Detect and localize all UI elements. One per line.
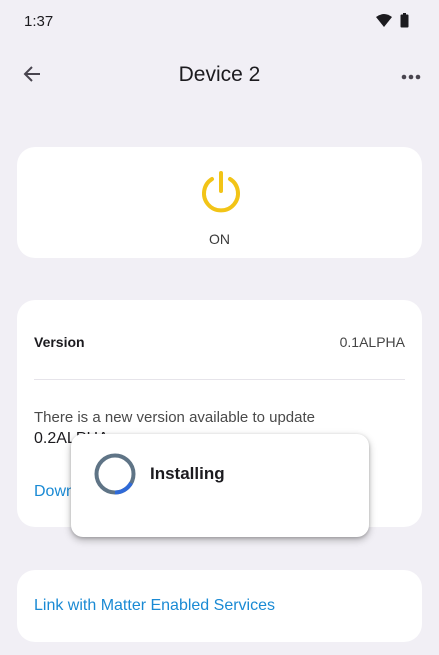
battery-icon — [400, 13, 409, 33]
dialog-text: Installing — [150, 464, 225, 483]
matter-link[interactable]: Link with Matter Enabled Services — [34, 597, 275, 615]
matter-link-card[interactable]: Link with Matter Enabled Services — [17, 570, 422, 642]
status-icons — [376, 13, 409, 33]
more-options-button[interactable] — [395, 60, 427, 92]
power-icon[interactable] — [199, 170, 243, 214]
version-value: 0.1ALPHA — [339, 334, 405, 350]
power-card[interactable]: ON — [17, 147, 422, 258]
status-bar: 1:37 — [0, 0, 439, 44]
power-state-label: ON — [209, 231, 230, 247]
page-title: Device 2 — [178, 63, 261, 86]
update-message: There is a new version available to upda… — [34, 409, 316, 426]
loading-spinner-icon — [93, 452, 137, 496]
app-bar: Device 2 — [0, 48, 439, 104]
wifi-icon — [376, 14, 392, 32]
more-horizontal-icon — [401, 67, 421, 85]
divider — [34, 379, 405, 380]
version-label: Version — [34, 334, 85, 350]
installing-dialog: Installing — [71, 434, 369, 537]
status-time: 1:37 — [24, 13, 54, 30]
